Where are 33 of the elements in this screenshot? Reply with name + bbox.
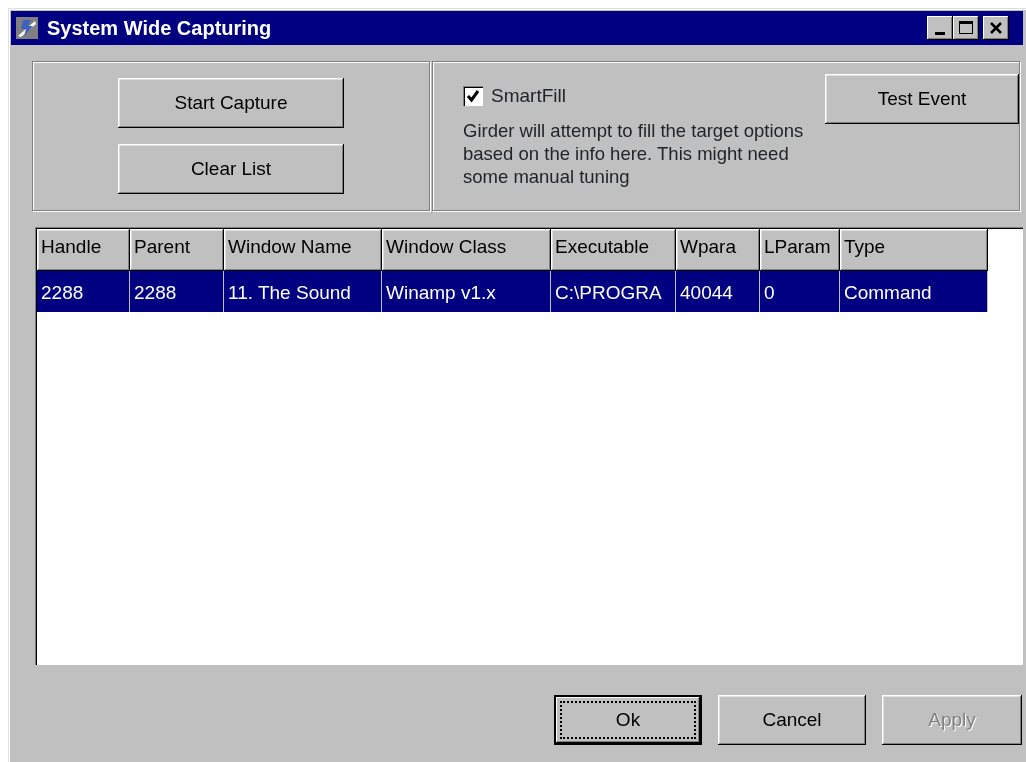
- table-cell: Command: [840, 271, 988, 312]
- table-row[interactable]: 2288 2288 11. The Sound Winamp v1.x C:\PROGRA 40044 0 Command: [37, 271, 1021, 312]
- minimize-icon: [935, 31, 945, 35]
- ok-button[interactable]: Ok: [554, 695, 702, 745]
- column-header[interactable]: Type: [840, 229, 988, 271]
- cancel-button[interactable]: Cancel: [718, 695, 866, 745]
- table-cell: 11. The Sound: [224, 271, 382, 312]
- column-header[interactable]: Executable: [551, 229, 676, 271]
- smartfill-checkbox[interactable]: [463, 86, 483, 107]
- test-event-button[interactable]: Test Event: [825, 74, 1019, 124]
- column-header[interactable]: Window Class: [382, 229, 551, 271]
- table-cell: 2288: [37, 271, 130, 312]
- start-capture-button[interactable]: Start Capture: [118, 78, 344, 128]
- close-icon: [989, 21, 1003, 35]
- minimize-button[interactable]: [927, 16, 953, 40]
- table-cell: 2288: [130, 271, 224, 312]
- window-title: System Wide Capturing: [47, 16, 272, 41]
- table-cell: 40044: [676, 271, 760, 312]
- column-header[interactable]: Parent: [130, 229, 224, 271]
- app-icon: [15, 16, 39, 40]
- column-header[interactable]: LParam: [760, 229, 840, 271]
- close-button[interactable]: [983, 16, 1009, 40]
- table-cell: 0: [760, 271, 840, 312]
- maximize-button[interactable]: [953, 16, 979, 40]
- column-header[interactable]: Handle: [37, 229, 130, 271]
- smartfill-label: SmartFill: [491, 84, 566, 108]
- column-header[interactable]: Window Name: [224, 229, 382, 271]
- column-header[interactable]: Wpara: [676, 229, 760, 271]
- table-cell: C:\PROGRA: [551, 271, 676, 312]
- clear-list-button[interactable]: Clear List: [118, 144, 344, 194]
- maximize-icon: [958, 20, 974, 36]
- table-cell: Winamp v1.x: [382, 271, 551, 312]
- smartfill-description: Girder will attempt to fill the target options based on the info here. This might need some manual tuning: [463, 118, 805, 188]
